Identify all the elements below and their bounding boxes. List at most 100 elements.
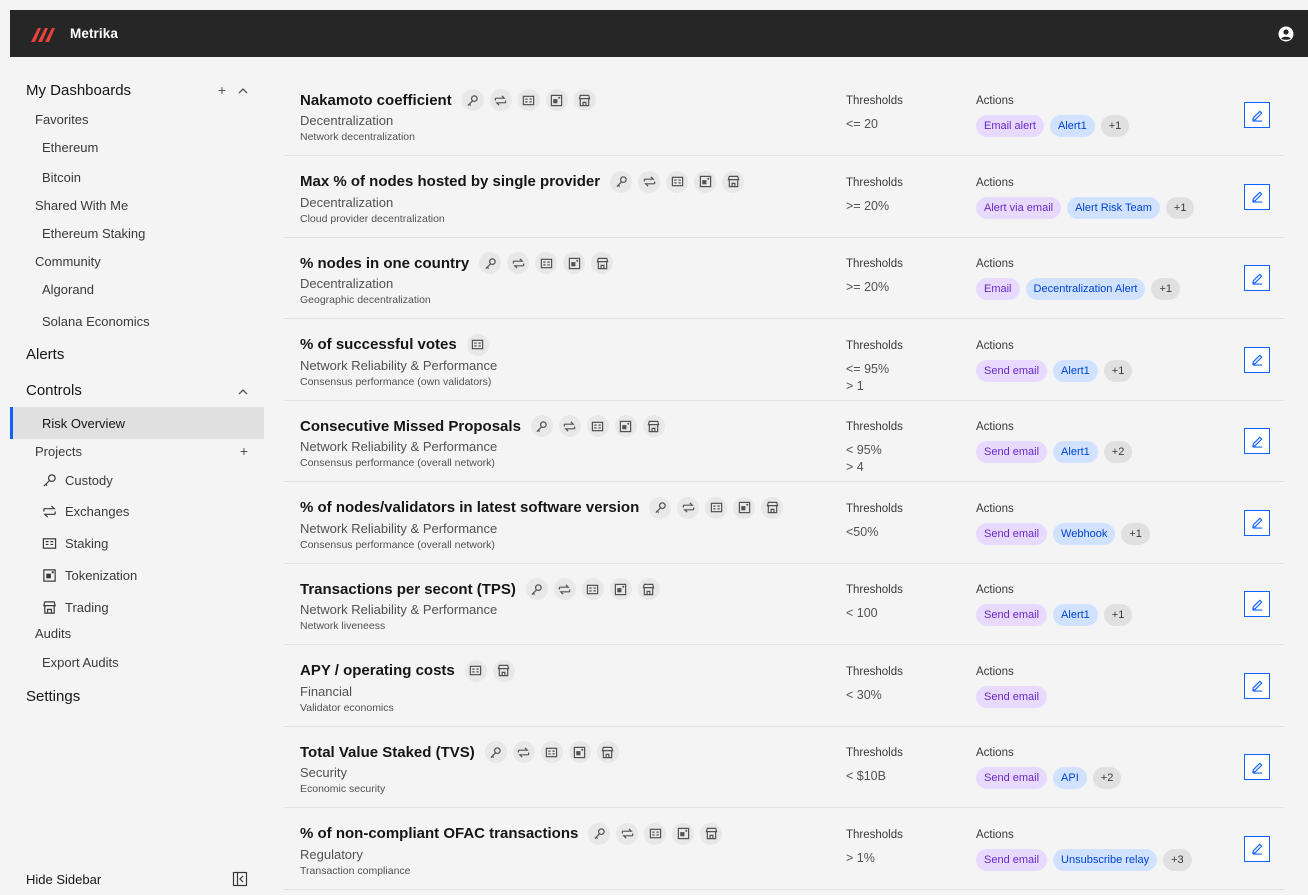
actions-label: Actions xyxy=(976,95,1014,107)
action-tags: Send email Alert1 +1 xyxy=(976,604,1133,626)
metric-row-3[interactable]: % nodes in one country Decentralization … xyxy=(284,238,1284,319)
sidebar-shared[interactable]: Shared With Me xyxy=(35,195,248,215)
edit-button[interactable] xyxy=(1244,265,1270,291)
sidebar-controls[interactable]: Controls xyxy=(26,379,248,401)
metric-row-4[interactable]: % of successful votes Network Reliabilit… xyxy=(284,319,1284,401)
action-tag[interactable]: Email xyxy=(976,278,1020,300)
actions-label: Actions xyxy=(976,176,1014,189)
more-actions-tag[interactable]: +1 xyxy=(1103,359,1133,382)
action-tags: Send email Webhook +1 xyxy=(976,522,1150,545)
thresholds-label: Thresholds xyxy=(846,176,903,189)
edit-button[interactable] xyxy=(1244,428,1270,454)
metric-subcategory: Geographic decentralization xyxy=(300,294,431,306)
threshold-value: < 100 xyxy=(846,606,878,620)
action-tag[interactable]: Send email xyxy=(976,359,1048,382)
metric-row-10[interactable]: % of non-compliant OFAC transactions Reg… xyxy=(284,808,1284,890)
metric-title-line: Nakamoto coefficient xyxy=(300,89,596,111)
edit-button[interactable] xyxy=(1244,346,1270,373)
metrika-logo[interactable] xyxy=(30,24,56,44)
action-tag[interactable]: Send email xyxy=(976,767,1048,789)
add-dashboard-icon[interactable]: + xyxy=(218,82,226,98)
metric-row-5[interactable]: Consecutive Missed Proposals Network Rel… xyxy=(284,401,1284,482)
more-actions-tag[interactable]: +1 xyxy=(1100,115,1130,137)
edit-button[interactable] xyxy=(1244,591,1270,617)
action-tag[interactable]: Send email xyxy=(976,848,1048,871)
metric-row-7[interactable]: Transactions per secont (TPS) Network Re… xyxy=(284,564,1284,645)
edit-button[interactable] xyxy=(1244,672,1270,699)
metric-row-9[interactable]: Total Value Staked (TVS) Security Econom… xyxy=(284,727,1284,808)
action-tag[interactable]: Webhook xyxy=(1053,522,1116,545)
sidebar-my-dashboards[interactable]: My Dashboards + xyxy=(26,79,248,101)
more-actions-tag[interactable]: +1 xyxy=(1121,522,1150,545)
chevron-up-icon[interactable] xyxy=(238,387,248,397)
action-tag[interactable]: Unsubscribe relay xyxy=(1053,848,1158,871)
sidebar-item-custody[interactable]: Custody xyxy=(42,469,248,491)
project-icons xyxy=(610,170,745,193)
sidebar-alerts[interactable]: Alerts xyxy=(26,343,248,365)
action-tag[interactable]: Send email xyxy=(976,604,1048,626)
trading-icon xyxy=(43,600,56,614)
edit-button[interactable] xyxy=(1244,183,1270,210)
collapse-sidebar-icon[interactable] xyxy=(232,871,248,887)
hide-sidebar-button[interactable]: Hide Sidebar xyxy=(26,869,248,889)
sidebar-item-ethereum[interactable]: Ethereum xyxy=(42,137,248,157)
thresholds-label: Thresholds xyxy=(846,95,903,107)
sidebar-item-export-audits[interactable]: Export Audits xyxy=(42,652,248,672)
sidebar-projects[interactable]: Projects + xyxy=(35,441,248,461)
sidebar-item-trading[interactable]: Trading xyxy=(42,596,248,618)
sidebar-audits[interactable]: Audits xyxy=(35,623,248,643)
sidebar-settings[interactable]: Settings xyxy=(26,685,248,707)
edit-button[interactable] xyxy=(1244,754,1270,780)
threshold-values: <= 20 xyxy=(846,116,878,133)
metric-row-1[interactable]: Nakamoto coefficient Decentralization Ne… xyxy=(284,75,1284,156)
thresholds-label: Thresholds xyxy=(846,665,903,678)
more-actions-tag[interactable]: +1 xyxy=(1103,604,1133,626)
metric-row-8[interactable]: APY / operating costs Financial Validato… xyxy=(284,645,1284,727)
favorites-label: Favorites xyxy=(35,111,89,127)
action-tag[interactable]: Decentralization Alert xyxy=(1025,278,1146,300)
chevron-up-icon[interactable] xyxy=(238,86,248,96)
staking-icon xyxy=(586,415,609,437)
action-tag[interactable]: Alert1 xyxy=(1053,441,1098,463)
action-tag[interactable]: Send email xyxy=(976,685,1048,708)
sidebar-item-bitcoin[interactable]: Bitcoin xyxy=(42,167,248,187)
edit-button[interactable] xyxy=(1244,835,1270,862)
tokenization-icon xyxy=(568,741,591,763)
action-tag[interactable]: API xyxy=(1053,767,1087,789)
sidebar-item-tokenization[interactable]: Tokenization xyxy=(42,564,248,586)
action-tag[interactable]: Alert1 xyxy=(1053,604,1098,626)
action-tag[interactable]: Alert via email xyxy=(976,196,1062,219)
sidebar-item-staking[interactable]: Staking xyxy=(42,532,248,554)
edit-button[interactable] xyxy=(1244,509,1270,536)
sidebar-item-exchanges[interactable]: Exchanges xyxy=(42,500,248,522)
sidebar-item-risk-overview[interactable]: Risk Overview xyxy=(10,407,264,439)
action-tag[interactable]: Alert1 xyxy=(1049,115,1095,137)
metric-subcategory: Cloud provider decentralization xyxy=(300,212,445,225)
metric-row-6[interactable]: % of nodes/validators in latest software… xyxy=(284,482,1284,564)
more-actions-tag[interactable]: +1 xyxy=(1165,196,1195,219)
more-actions-tag[interactable]: +3 xyxy=(1163,848,1192,871)
sidebar-item-solana[interactable]: Solana Economics xyxy=(42,311,248,331)
more-actions-tag[interactable]: +1 xyxy=(1151,278,1181,300)
action-tag[interactable]: Send email xyxy=(976,522,1048,545)
sidebar-item-algorand[interactable]: Algorand xyxy=(42,279,248,299)
edit-button[interactable] xyxy=(1244,102,1270,128)
tokenization-icon xyxy=(614,415,637,437)
action-tag[interactable]: Alert1 xyxy=(1053,359,1098,382)
actions-label: Actions xyxy=(976,421,1014,433)
key-icon xyxy=(43,473,56,487)
more-actions-tag[interactable]: +2 xyxy=(1092,767,1122,789)
action-tag[interactable]: Alert Risk Team xyxy=(1067,196,1160,219)
trading-icon xyxy=(642,415,665,437)
actions-label: Actions xyxy=(976,747,1014,759)
action-tag[interactable]: Email alert xyxy=(976,115,1044,137)
sidebar-favorites[interactable]: Favorites xyxy=(35,109,248,129)
metric-row-2[interactable]: Max % of nodes hosted by single provider… xyxy=(284,156,1284,238)
user-icon[interactable] xyxy=(1278,26,1294,42)
project-icons xyxy=(649,496,784,519)
add-project-icon[interactable]: + xyxy=(240,443,248,459)
sidebar-item-ethereum-staking[interactable]: Ethereum Staking xyxy=(42,223,248,243)
action-tag[interactable]: Send email xyxy=(976,441,1048,463)
sidebar-community[interactable]: Community xyxy=(35,251,248,271)
more-actions-tag[interactable]: +2 xyxy=(1103,441,1133,463)
